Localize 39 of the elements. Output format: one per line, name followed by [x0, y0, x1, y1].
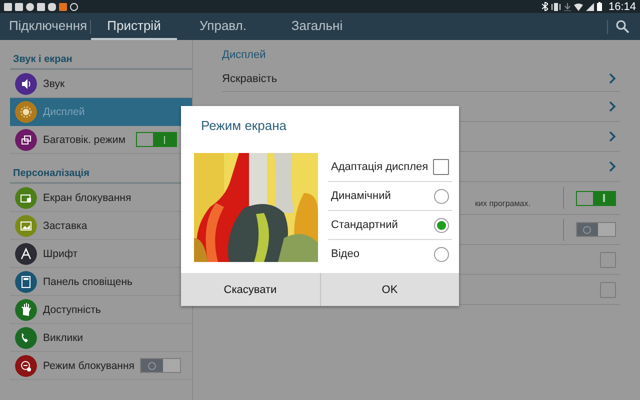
sidebar-item-label[interactable]: Багатовік. режим: [43, 134, 130, 146]
chevron-right-icon[interactable]: [609, 131, 616, 142]
vibrate-icon: [551, 2, 562, 10]
setting-description: ких програмах.: [475, 199, 530, 208]
section-header: Звук і екран: [10, 50, 192, 70]
tab[interactable]: Підключення: [6, 13, 90, 40]
chevron-right-icon[interactable]: [609, 101, 616, 112]
sidebar-item-label[interactable]: Режим блокування: [43, 360, 134, 372]
download-icon: [564, 2, 572, 10]
checkbox[interactable]: [600, 252, 616, 268]
signal-icon: [586, 2, 594, 10]
toggle-switch[interactable]: [576, 222, 616, 237]
checkbox[interactable]: [433, 159, 449, 175]
setting-label[interactable]: Яскравість: [222, 72, 278, 84]
radio-button[interactable]: [434, 218, 449, 232]
option-label[interactable]: Відео: [331, 248, 360, 260]
wifi-icon: [574, 2, 584, 10]
toggle-switch[interactable]: [136, 132, 177, 147]
option-label[interactable]: Динамічний: [331, 190, 391, 202]
sidebar-item[interactable]: Виклики: [10, 324, 192, 352]
toggle-switch[interactable]: [576, 190, 616, 206]
option-label[interactable]: Адаптація дисплея: [331, 161, 428, 173]
search-icon[interactable]: [616, 20, 629, 33]
section-header: Дисплей: [222, 49, 266, 61]
dialog-button[interactable]: OK: [320, 273, 459, 306]
bluetooth-icon: [542, 2, 548, 11]
chevron-right-icon[interactable]: [609, 161, 616, 172]
tab[interactable]: Управл.: [177, 13, 269, 40]
dialog-button[interactable]: Скасувати: [181, 273, 320, 306]
tab[interactable]: Загальні: [269, 13, 365, 40]
clock-time: 16:14: [608, 0, 636, 12]
battery-icon: [597, 2, 602, 11]
option-label[interactable]: Стандартний: [331, 219, 398, 231]
radio-button[interactable]: [434, 246, 449, 262]
radio-button[interactable]: [434, 188, 449, 204]
toggle-switch[interactable]: [140, 358, 182, 373]
chevron-right-icon[interactable]: [609, 73, 616, 84]
checkbox[interactable]: [600, 282, 616, 298]
dialog-title: Режим екрана: [200, 117, 286, 135]
